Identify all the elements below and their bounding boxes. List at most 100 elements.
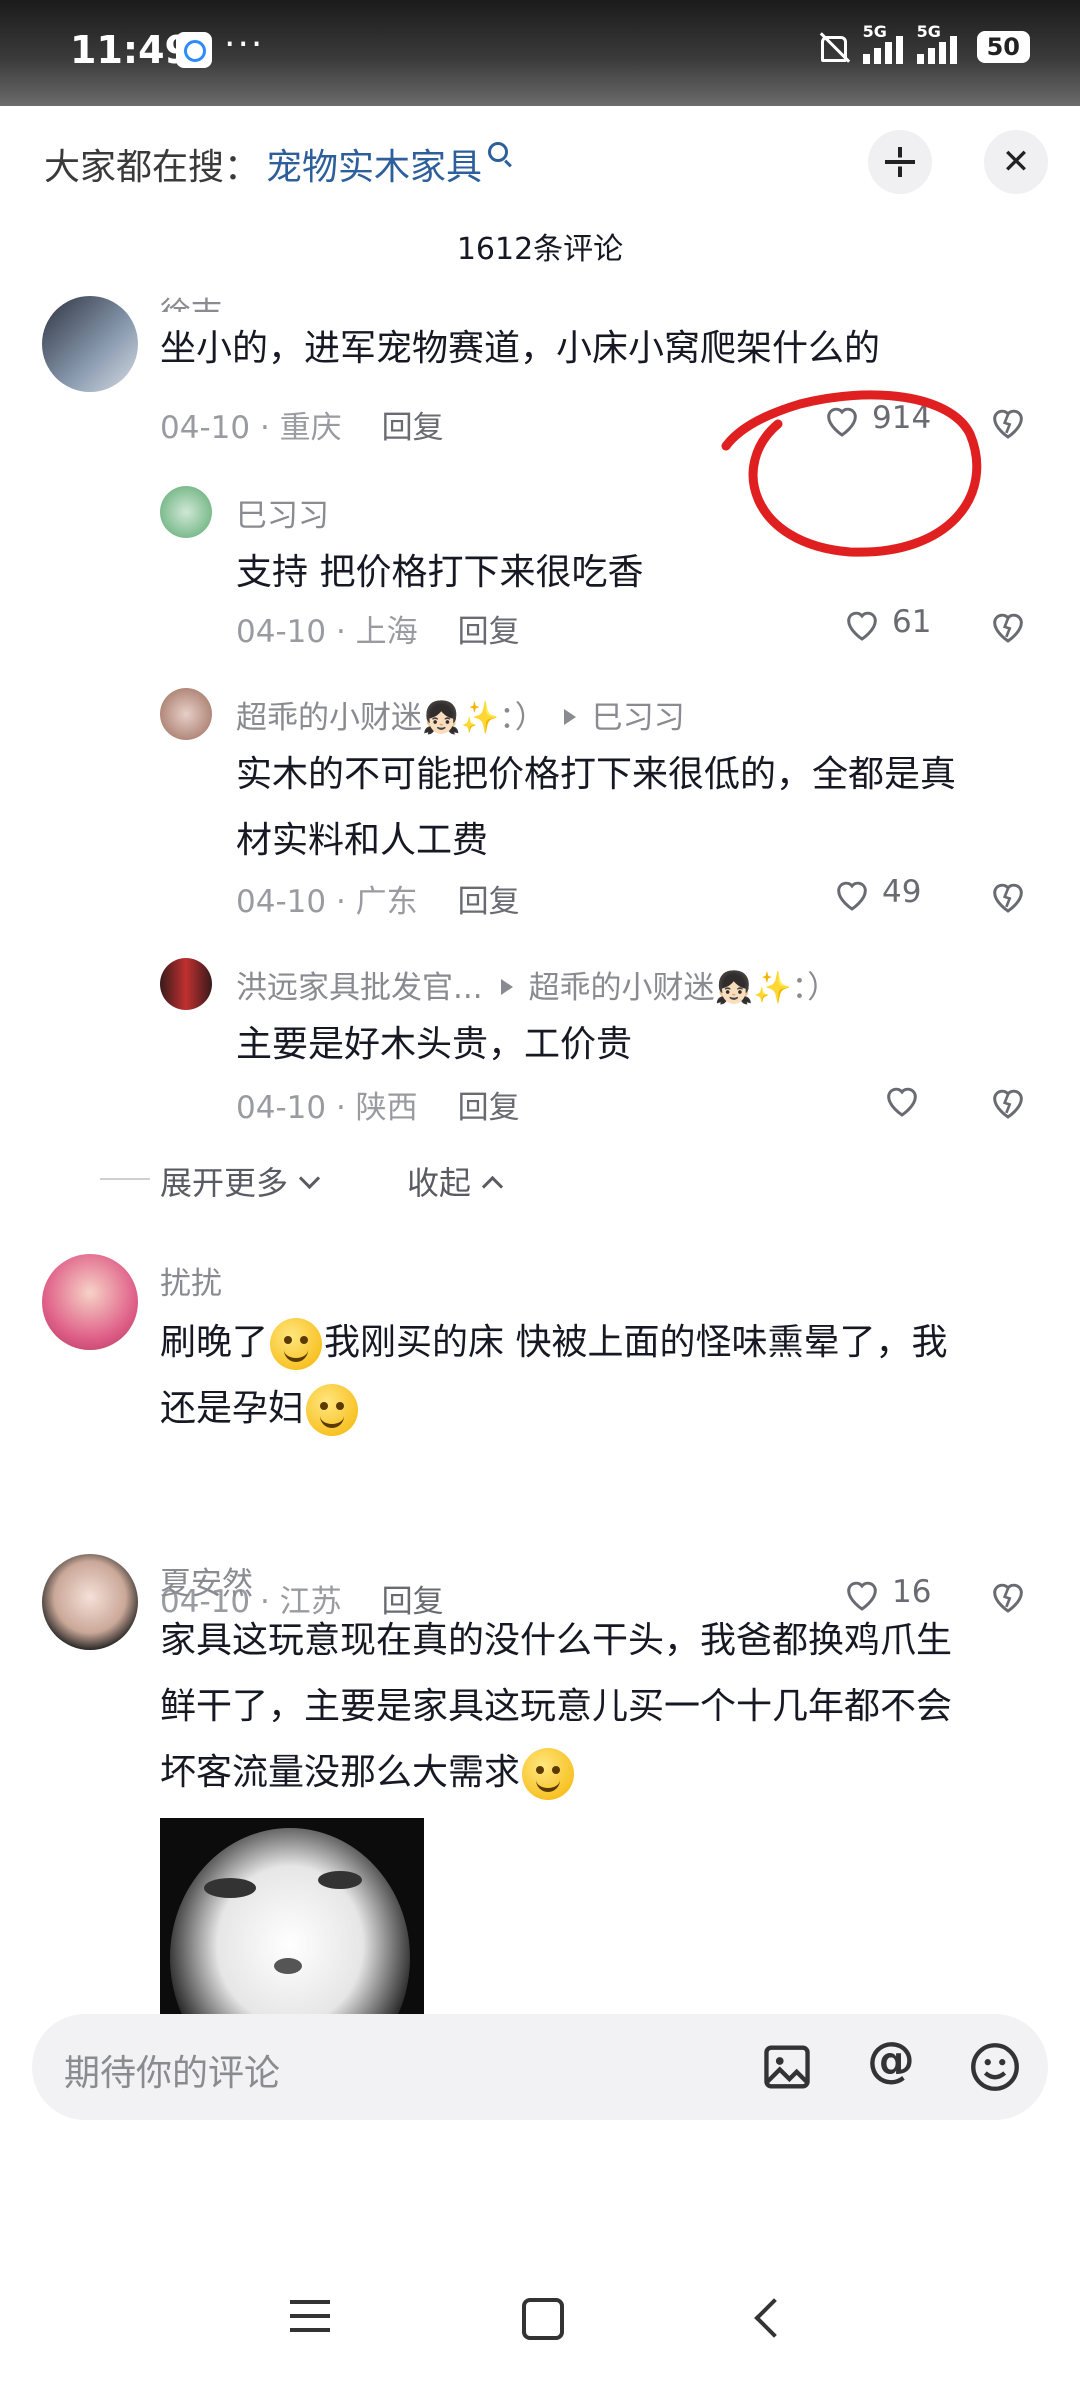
heart-icon [822, 400, 862, 437]
comment-location: 广东 [355, 884, 418, 920]
chevron-up-icon [481, 1175, 504, 1198]
comment-text-line: 家具这玩意现在真的没什么干头，我爸都换鸡爪生 [160, 1620, 953, 1661]
back-icon[interactable] [754, 2298, 794, 2338]
comment-text-part: 坏客流量没那么大需求 [160, 1752, 521, 1793]
reply-button[interactable]: 回复 [458, 884, 520, 920]
like-count: 49 [882, 874, 922, 910]
comment-text: 坐小的，进军宠物赛道，小床小窝爬架什么的 [160, 328, 881, 369]
avatar[interactable] [42, 296, 138, 392]
app-notification-icon [176, 32, 212, 68]
search-suggestion[interactable]: 大家都在搜： 宠物实木家具 [44, 138, 509, 190]
comment-location: 陕西 [355, 1090, 418, 1126]
comment-text: 主要是好木头贵，工价贵 [236, 1024, 633, 1065]
heart-icon [882, 1080, 922, 1117]
comment-meta: 04-10 · 重庆 回复 [160, 410, 444, 446]
avatar[interactable] [160, 486, 212, 538]
collapse-icon [885, 147, 915, 177]
divider [100, 1178, 150, 1180]
dislike-icon[interactable] [988, 402, 1028, 442]
comment-meta: 04-10 · 广东 回复 [236, 884, 520, 920]
like-count: 914 [872, 400, 932, 436]
comment-location: 重庆 [279, 410, 342, 446]
comment-text-line: 坏客流量没那么大需求 [160, 1740, 952, 1806]
network-type: 5G [862, 22, 887, 41]
comment-text-part: 还是孕妇 [160, 1388, 305, 1429]
search-suggestion-label: 大家都在搜： [44, 147, 261, 188]
like-count: 61 [892, 604, 932, 640]
avatar[interactable] [42, 1554, 138, 1650]
comment-text: 刷晚了 我刚买的床 快被上面的怪味熏晕了，我 还是孕妇 [160, 1310, 947, 1442]
reply-button[interactable]: 回复 [458, 1090, 520, 1126]
comment-date: 04-10 [236, 614, 327, 650]
like-count: 16 [892, 1574, 932, 1610]
comment-username[interactable]: 洪远家具批发官... [236, 970, 483, 1006]
dislike-icon[interactable] [988, 1576, 1028, 1616]
dislike-icon[interactable] [988, 606, 1028, 646]
reply-button[interactable]: 回复 [458, 614, 520, 650]
comment-username[interactable]: 夏安然 [160, 1558, 253, 1603]
comment-date: 04-10 [236, 884, 327, 920]
reply-to-username[interactable]: 巳习习 [592, 700, 685, 736]
dislike-icon[interactable] [988, 876, 1028, 916]
emoji-icon[interactable] [966, 2038, 1024, 2096]
comment-text: 实木的不可能把价格打下来很低的，全都是真 材实料和人工费 [236, 742, 956, 874]
comment-meta: 04-10 · 上海 回复 [236, 614, 520, 650]
like-button[interactable]: 61 [842, 604, 932, 641]
network-type-2: 5G [916, 22, 941, 41]
reply-arrow-icon [500, 979, 513, 995]
system-nav-bar [0, 2220, 1080, 2401]
comment-meta: 04-10 · 陕西 回复 [236, 1090, 520, 1126]
like-button[interactable] [882, 1080, 932, 1117]
thread-controls: 展开更多 收起 [100, 1158, 504, 1204]
heart-icon [832, 874, 872, 911]
status-time: 11:49 [70, 28, 191, 72]
expand-more-label: 展开更多 [160, 1164, 289, 1202]
collapse-label: 收起 [407, 1164, 472, 1202]
like-button[interactable]: 49 [832, 874, 922, 911]
search-icon [488, 142, 509, 162]
comment-text: 家具这玩意现在真的没什么干头，我爸都换鸡爪生 鲜干了，主要是家具这玩意儿买一个十… [160, 1608, 952, 1806]
comment-text-line: 实木的不可能把价格打下来很低的，全都是真 [236, 754, 957, 795]
signal-icon-2: 5G [916, 22, 957, 64]
collapse-button[interactable] [868, 130, 932, 194]
like-button[interactable]: 16 [842, 1574, 932, 1611]
avatar[interactable] [160, 688, 212, 740]
comment-username[interactable]: 超乖的小财迷👧🏻✨：） [236, 700, 546, 736]
comment-username-line: 超乖的小财迷👧🏻✨：） 巳习习 [236, 692, 685, 737]
comment-username[interactable]: 扰扰 [160, 1258, 222, 1303]
like-button[interactable]: 914 [822, 400, 932, 437]
heart-icon [842, 604, 882, 641]
reply-to-username[interactable]: 超乖的小财迷👧🏻✨：） [529, 970, 839, 1006]
mute-icon [815, 30, 849, 64]
close-icon: ✕ [1001, 142, 1031, 182]
grinning-emoji-icon [522, 1748, 575, 1800]
comment-username-line: 洪远家具批发官... 超乖的小财迷👧🏻✨：） [236, 962, 838, 1007]
comment-text-part: 刷晚了 [160, 1322, 269, 1363]
comment-count: 1612条评论 [456, 232, 624, 267]
at-icon[interactable]: @ [862, 2032, 920, 2090]
dislike-icon[interactable] [988, 1082, 1028, 1122]
more-notifications: ··· [224, 24, 265, 65]
expand-more-button[interactable]: 展开更多 [160, 1158, 335, 1204]
comment-date: 04-10 [236, 1090, 327, 1126]
comment-username[interactable]: 徐志 [160, 288, 222, 312]
tearful-emoji-icon [306, 1384, 359, 1436]
comment-input[interactable]: 期待你的评论 @ [32, 2014, 1048, 2120]
avatar[interactable] [160, 958, 212, 1010]
comment-input-placeholder: 期待你的评论 [64, 2053, 281, 2094]
comment-text-line: 还是孕妇 [160, 1376, 947, 1442]
status-indicators: 5G 5G 50 [815, 22, 1030, 64]
comment-text-line: 材实料和人工费 [236, 820, 489, 861]
avatar[interactable] [42, 1254, 138, 1350]
image-icon[interactable] [758, 2038, 816, 2096]
comment-text-line: 鲜干了，主要是家具这玩意儿买一个十几年都不会 [160, 1686, 953, 1727]
search-keyword-link[interactable]: 宠物实木家具 [266, 138, 482, 190]
home-icon[interactable] [522, 2298, 564, 2340]
comment-text-part: 我刚买的床 快被上面的怪味熏晕了，我 [324, 1322, 948, 1363]
signal-icon: 5G [862, 22, 903, 64]
comment-username[interactable]: 巳习习 [236, 490, 329, 535]
reply-button[interactable]: 回复 [382, 410, 444, 446]
menu-icon[interactable] [290, 2300, 330, 2332]
close-button[interactable]: ✕ [984, 130, 1048, 194]
collapse-thread-button[interactable]: 收起 [407, 1158, 504, 1204]
